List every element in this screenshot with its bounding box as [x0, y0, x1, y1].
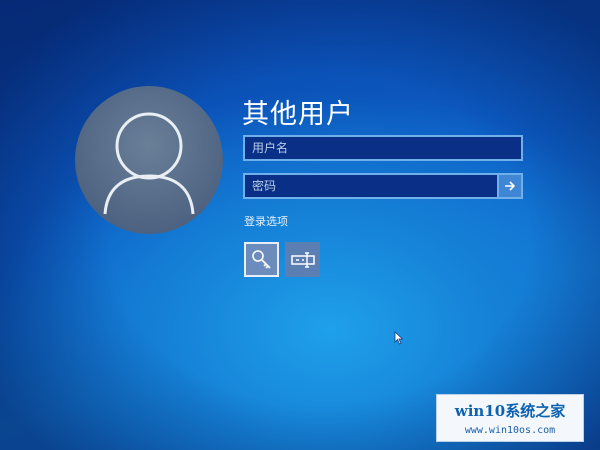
arrow-right-icon	[505, 181, 516, 191]
key-icon	[251, 249, 271, 269]
submit-button[interactable]	[499, 173, 523, 199]
username-field[interactable]	[243, 135, 523, 161]
password-field[interactable]	[243, 173, 499, 199]
pin-pad-icon	[290, 251, 315, 268]
watermark-url: www.win10os.com	[464, 425, 556, 436]
site-watermark: win10系统之家 www.win10os.com	[436, 394, 584, 442]
sign-in-option-pin[interactable]	[285, 242, 320, 277]
page-title: 其他用户	[242, 99, 354, 130]
watermark-title: win10系统之家	[454, 402, 566, 420]
sign-in-option-password[interactable]	[244, 242, 279, 277]
user-avatar	[75, 86, 223, 234]
user-silhouette-icon	[103, 112, 195, 215]
mouse-cursor-icon	[394, 330, 404, 349]
sign-in-options-label: 登录选项	[244, 215, 288, 228]
